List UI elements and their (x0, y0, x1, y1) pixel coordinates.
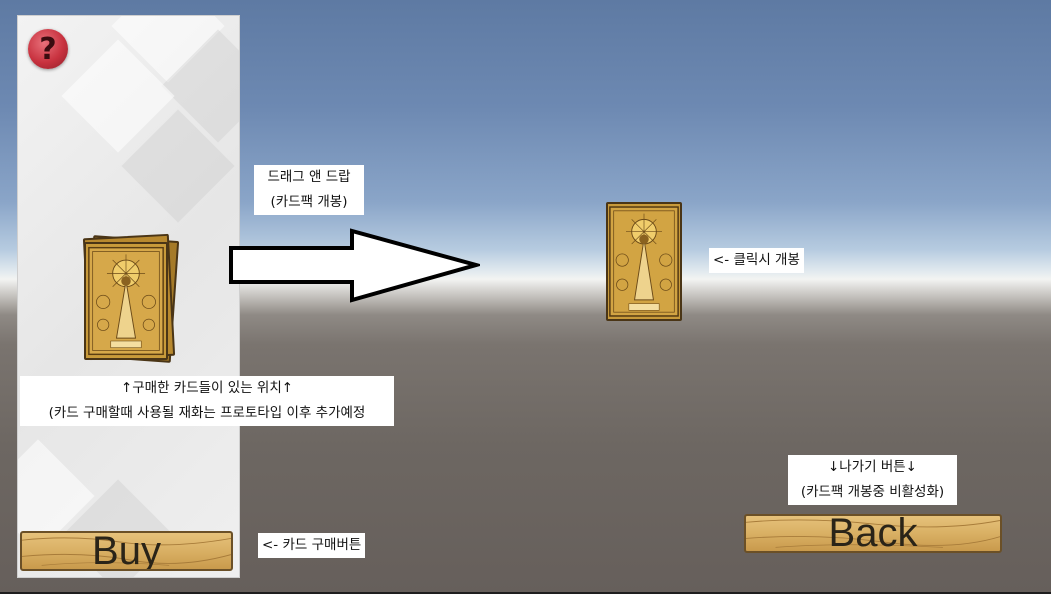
click-open-note: <- 클릭시 개봉 (709, 248, 804, 273)
note-line: (카드팩 개봉) (270, 194, 348, 210)
drag-drop-note: 드래그 앤 드랍 (카드팩 개봉) (254, 165, 364, 215)
note-line: ↑구매한 카드들이 있는 위치↑ (120, 380, 294, 396)
help-button[interactable]: ? (28, 29, 68, 69)
purchased-card-pack[interactable] (84, 242, 168, 360)
back-button-label: Back (828, 514, 918, 553)
buy-button-label: Buy (92, 531, 161, 571)
right-arrow-icon (229, 228, 480, 303)
tarot-card-art-icon (609, 206, 679, 317)
back-button[interactable]: Back (744, 514, 1002, 553)
buy-button[interactable]: Buy (20, 531, 233, 571)
buy-button-note: <- 카드 구매버튼 (258, 533, 366, 558)
note-line: (카드팩 개봉중 비활성화) (800, 484, 945, 500)
purchased-location-note: ↑구매한 카드들이 있는 위치↑ (카드 구매할때 사용될 재화는 프로토타입 … (20, 376, 394, 426)
tarot-card-art-icon (88, 246, 164, 356)
note-line: 드래그 앤 드랍 (267, 169, 351, 185)
note-line: (카드 구매할때 사용될 재화는 프로토타입 이후 추가예정 (48, 405, 366, 421)
back-button-note: ↓나가기 버튼↓ (카드팩 개봉중 비활성화) (788, 455, 957, 505)
card-pack-to-open[interactable] (606, 202, 682, 321)
note-line: ↓나가기 버튼↓ (827, 459, 917, 475)
question-mark-icon: ? (39, 31, 57, 67)
game-scene: ? ↑구매한 카드들이 있는 위치↑ (카드 구매할때 사용될 재화는 프로토타… (0, 0, 1051, 594)
